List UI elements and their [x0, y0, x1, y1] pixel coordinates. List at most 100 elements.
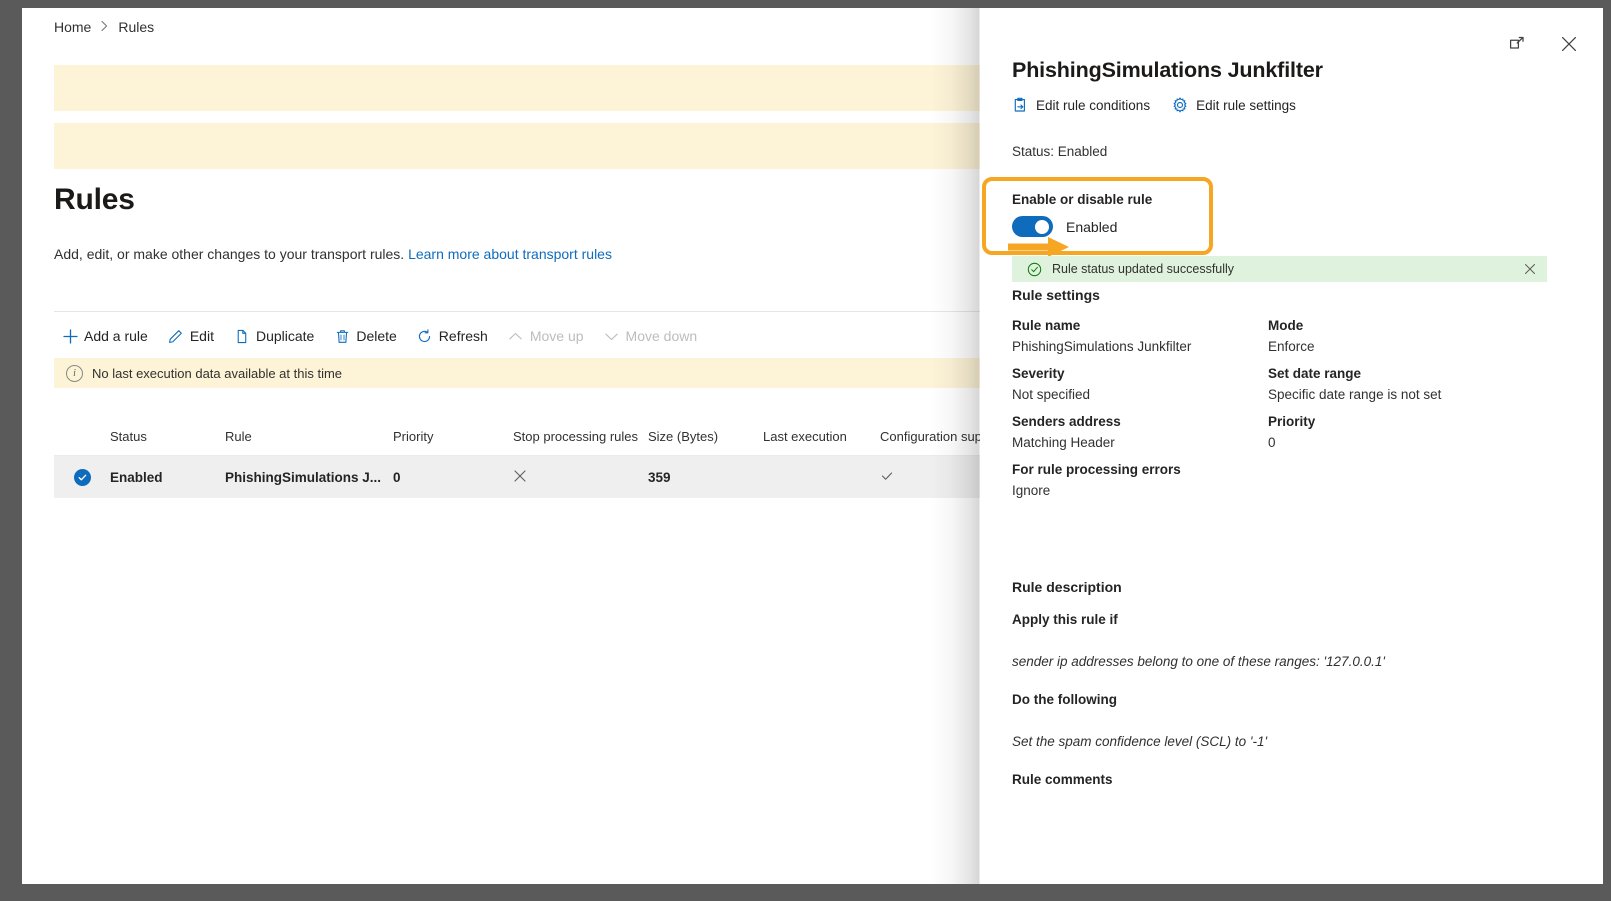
panel-action-links: Edit rule conditions Edit rule settings: [1012, 97, 1296, 113]
table-header-stop-processing-rules[interactable]: Stop processing rules: [513, 429, 648, 444]
row-size: 359: [648, 469, 671, 485]
toolbar-divider: [54, 311, 1054, 312]
page-description: Add, edit, or make other changes to your…: [54, 246, 612, 262]
row-stop-processing: [513, 469, 648, 486]
warning-banner-2: [54, 123, 1054, 169]
edit-rule-settings-label: Edit rule settings: [1196, 97, 1296, 113]
row-checkbox[interactable]: [54, 468, 110, 486]
add-a-rule-button[interactable]: Add a rule: [54, 324, 160, 348]
enable-rule-toggle[interactable]: [1012, 216, 1053, 237]
pencil-icon: [168, 328, 184, 344]
duplicate-button[interactable]: Duplicate: [226, 324, 326, 348]
warning-banner-1: [54, 65, 1054, 111]
toggle-knob: [1035, 219, 1049, 234]
breadcrumb-rules[interactable]: Rules: [118, 19, 154, 35]
success-message-bar: Rule status updated successfully: [1012, 256, 1547, 282]
chevron-up-icon: [508, 328, 524, 344]
table-header-last-execution[interactable]: Last execution: [763, 429, 880, 444]
browser-viewport: Home Rules Rules Add, edit, or make othe…: [22, 8, 1603, 884]
command-toolbar: Add a rule Edit Duplicate Delete Refresh…: [54, 320, 709, 352]
setting-key: Mode: [1268, 318, 1304, 333]
breadcrumb-home[interactable]: Home: [54, 19, 91, 35]
refresh-icon: [417, 328, 433, 344]
dismiss-message-icon[interactable]: [1523, 262, 1537, 276]
setting-key: For rule processing errors: [1012, 462, 1181, 477]
enable-disable-rule-block: Enable or disable rule Enabled: [1012, 192, 1152, 237]
settings-row: Rule name PhishingSimulations Junkfilter…: [1012, 318, 1572, 354]
setting-value: 0: [1268, 435, 1276, 450]
table-header-status[interactable]: Status: [110, 429, 225, 444]
table-header-rule[interactable]: Rule: [225, 429, 393, 444]
panel-header-actions: [1501, 28, 1585, 60]
screenshot-frame: Home Rules Rules Add, edit, or make othe…: [0, 0, 1611, 901]
duplicate-label: Duplicate: [255, 328, 315, 344]
setting-key: Set date range: [1268, 366, 1362, 381]
clipboard-arrow-icon: [1012, 97, 1028, 113]
page-title: Rules: [54, 183, 135, 216]
plus-icon: [62, 328, 78, 344]
trash-icon: [334, 328, 350, 344]
edit-button[interactable]: Edit: [160, 324, 226, 348]
enable-rule-toggle-state: Enabled: [1066, 218, 1118, 235]
rules-table: Status Rule Priority Stop processing rul…: [54, 418, 1054, 498]
edit-rule-conditions-label: Edit rule conditions: [1036, 97, 1151, 113]
do-the-following-title: Do the following: [1012, 692, 1117, 707]
close-icon[interactable]: [1553, 28, 1585, 60]
row-priority: 0: [393, 469, 401, 485]
page-description-text: Add, edit, or make other changes to your…: [54, 246, 405, 262]
panel-status-line: Status: Enabled: [1012, 144, 1108, 159]
setting-key: Severity: [1012, 366, 1065, 381]
table-header-size-bytes[interactable]: Size (Bytes): [648, 429, 763, 444]
refresh-button[interactable]: Refresh: [409, 324, 500, 348]
table-header-priority[interactable]: Priority: [393, 429, 513, 444]
move-down-button: Move down: [596, 324, 710, 348]
checkmark-icon: [73, 468, 91, 486]
enable-disable-rule-label: Enable or disable rule: [1012, 192, 1153, 207]
success-message-text: Rule status updated successfully: [1052, 262, 1235, 276]
setting-value: Matching Header: [1012, 435, 1115, 450]
rule-settings-grid: Rule name PhishingSimulations Junkfilter…: [1012, 318, 1572, 510]
enable-disable-rule-row: Enabled: [1012, 216, 1152, 237]
setting-value: PhishingSimulations Junkfilter: [1012, 339, 1192, 354]
settings-row: For rule processing errors Ignore: [1012, 462, 1572, 498]
copy-icon: [234, 328, 250, 344]
setting-mode: Mode Enforce: [1268, 318, 1524, 354]
setting-senders-address: Senders address Matching Header: [1012, 414, 1268, 450]
setting-value: Enforce: [1268, 339, 1315, 354]
table-row[interactable]: Enabled PhishingSimulations J... 0 359: [54, 456, 1054, 498]
refresh-label: Refresh: [438, 328, 488, 344]
setting-value: Specific date range is not set: [1268, 387, 1442, 402]
delete-button[interactable]: Delete: [326, 324, 408, 348]
info-bar-text: No last execution data available at this…: [92, 365, 343, 381]
setting-value: Not specified: [1012, 387, 1091, 402]
rule-settings-heading: Rule settings: [1012, 287, 1100, 303]
chevron-down-icon: [604, 328, 620, 344]
annotation-arrow-icon: [1008, 236, 1070, 258]
row-status: Enabled: [110, 469, 163, 485]
delete-label: Delete: [356, 328, 397, 344]
gear-icon: [1172, 97, 1188, 113]
cross-icon: [513, 469, 527, 486]
edit-label: Edit: [189, 328, 214, 344]
setting-key: Priority: [1268, 414, 1316, 429]
apply-this-rule-if-title: Apply this rule if: [1012, 612, 1118, 627]
learn-more-link[interactable]: Learn more about transport rules: [408, 246, 612, 262]
edit-rule-conditions-button[interactable]: Edit rule conditions: [1012, 97, 1150, 113]
rule-comments-title: Rule comments: [1012, 772, 1113, 787]
move-down-label: Move down: [625, 328, 698, 344]
move-up-button: Move up: [500, 324, 596, 348]
apply-this-rule-if-value: sender ip addresses belong to one of the…: [1012, 654, 1385, 669]
no-execution-data-info-bar: i No last execution data available at th…: [54, 358, 1054, 388]
popout-icon[interactable]: [1501, 28, 1533, 60]
info-icon: i: [66, 364, 83, 382]
setting-priority: Priority 0: [1268, 414, 1524, 450]
table-header-row: Status Rule Priority Stop processing rul…: [54, 418, 1054, 456]
setting-set-date-range: Set date range Specific date range is no…: [1268, 366, 1524, 402]
setting-value: Ignore: [1012, 483, 1051, 498]
settings-row: Severity Not specified Set date range Sp…: [1012, 366, 1572, 402]
edit-rule-settings-button[interactable]: Edit rule settings: [1172, 97, 1296, 113]
setting-rule-processing-errors: For rule processing errors Ignore: [1012, 462, 1268, 498]
rule-description-heading: Rule description: [1012, 579, 1122, 595]
add-a-rule-label: Add a rule: [84, 328, 148, 344]
do-the-following-value: Set the spam confidence level (SCL) to '…: [1012, 734, 1268, 749]
